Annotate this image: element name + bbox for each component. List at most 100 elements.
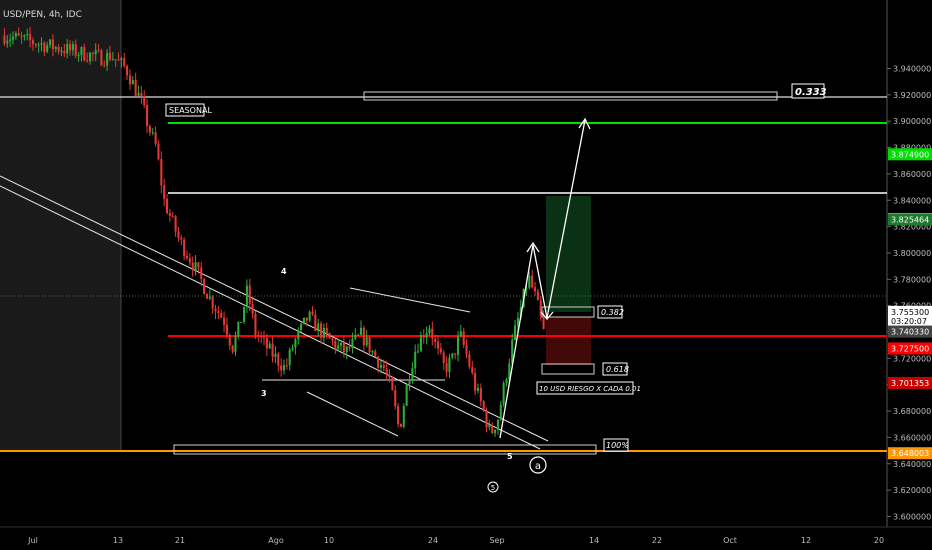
- candle-body[interactable]: [251, 303, 254, 314]
- candle-body[interactable]: [302, 317, 305, 324]
- candle-body[interactable]: [191, 262, 194, 271]
- candle-body[interactable]: [86, 60, 89, 62]
- candle-body[interactable]: [474, 372, 477, 391]
- candle-body[interactable]: [514, 325, 517, 340]
- candle-body[interactable]: [265, 337, 268, 349]
- candle-body[interactable]: [51, 39, 54, 50]
- candle-body[interactable]: [325, 327, 328, 334]
- candle-body[interactable]: [428, 328, 431, 334]
- candle-body[interactable]: [106, 52, 109, 66]
- candle-body[interactable]: [494, 429, 497, 434]
- candle-body[interactable]: [111, 59, 114, 61]
- candle-body[interactable]: [385, 368, 388, 375]
- candle-body[interactable]: [328, 333, 331, 339]
- candle-body[interactable]: [43, 43, 46, 52]
- candle-body[interactable]: [77, 55, 80, 57]
- candle-body[interactable]: [354, 334, 357, 339]
- candle-body[interactable]: [183, 239, 186, 257]
- candle-body[interactable]: [123, 58, 126, 67]
- candle-body[interactable]: [382, 365, 385, 369]
- candle-body[interactable]: [368, 337, 371, 353]
- candle-body[interactable]: [342, 342, 345, 353]
- candle-body[interactable]: [454, 353, 457, 355]
- candle-body[interactable]: [120, 58, 123, 60]
- candle-body[interactable]: [228, 334, 231, 346]
- candle-body[interactable]: [405, 383, 408, 406]
- candle-body[interactable]: [445, 363, 448, 372]
- candle-body[interactable]: [314, 314, 317, 331]
- candle-body[interactable]: [437, 341, 440, 349]
- candle-body[interactable]: [482, 401, 485, 411]
- candle-body[interactable]: [402, 405, 405, 427]
- candle-body[interactable]: [6, 40, 9, 44]
- candle-body[interactable]: [448, 357, 451, 372]
- candle-body[interactable]: [462, 331, 465, 346]
- candle-body[interactable]: [66, 44, 69, 54]
- candle-body[interactable]: [134, 80, 137, 96]
- candle-body[interactable]: [49, 39, 52, 46]
- candle-body[interactable]: [217, 311, 220, 313]
- candle-body[interactable]: [63, 51, 66, 54]
- candle-body[interactable]: [391, 377, 394, 391]
- candle-body[interactable]: [108, 52, 111, 60]
- candle-body[interactable]: [468, 354, 471, 367]
- candle-body[interactable]: [88, 52, 92, 62]
- candle-body[interactable]: [379, 365, 382, 368]
- candle-body[interactable]: [388, 374, 391, 378]
- candle-body[interactable]: [502, 382, 505, 405]
- candle-body[interactable]: [94, 50, 97, 55]
- candle-body[interactable]: [442, 352, 445, 364]
- candle-body[interactable]: [425, 333, 428, 338]
- candle-body[interactable]: [394, 390, 397, 407]
- candle-body[interactable]: [174, 216, 177, 232]
- candle-body[interactable]: [234, 335, 237, 352]
- candle-body[interactable]: [397, 406, 400, 424]
- candle-body[interactable]: [46, 45, 49, 52]
- candle-body[interactable]: [362, 327, 365, 346]
- candle-body[interactable]: [137, 92, 140, 96]
- candle-body[interactable]: [11, 36, 15, 40]
- candle-body[interactable]: [74, 44, 77, 56]
- candle-body[interactable]: [31, 40, 34, 45]
- candle-body[interactable]: [97, 50, 100, 52]
- candle-body[interactable]: [148, 126, 151, 133]
- candle-body[interactable]: [197, 262, 200, 268]
- candle-body[interactable]: [157, 143, 160, 160]
- candle-body[interactable]: [305, 317, 308, 321]
- candle-body[interactable]: [223, 317, 226, 325]
- candle-body[interactable]: [491, 425, 494, 434]
- candle-body[interactable]: [29, 34, 32, 41]
- candle-body[interactable]: [237, 321, 240, 336]
- long-position-risk-zone[interactable]: [546, 317, 591, 365]
- candle-body[interactable]: [245, 285, 248, 308]
- long-position-profit-zone[interactable]: [546, 196, 591, 312]
- candle-body[interactable]: [23, 35, 26, 37]
- candle-body[interactable]: [34, 44, 37, 46]
- candle-body[interactable]: [126, 66, 129, 76]
- candle-body[interactable]: [69, 44, 72, 51]
- candle-body[interactable]: [359, 327, 363, 335]
- candle-body[interactable]: [531, 275, 534, 288]
- candle-body[interactable]: [496, 419, 499, 430]
- candle-body[interactable]: [9, 39, 12, 41]
- candle-body[interactable]: [505, 379, 508, 383]
- candle-body[interactable]: [177, 231, 180, 238]
- candle-body[interactable]: [208, 296, 211, 299]
- candle-body[interactable]: [451, 353, 454, 358]
- candle-body[interactable]: [311, 311, 314, 315]
- candle-body[interactable]: [188, 258, 191, 263]
- candle-body[interactable]: [205, 293, 208, 299]
- candle-body[interactable]: [419, 335, 422, 352]
- candle-body[interactable]: [411, 368, 414, 382]
- candle-body[interactable]: [422, 335, 425, 338]
- candle-body[interactable]: [499, 404, 502, 420]
- candle-body[interactable]: [14, 33, 17, 37]
- candle-body[interactable]: [417, 351, 420, 353]
- candle-body[interactable]: [485, 410, 488, 428]
- candle-body[interactable]: [200, 267, 203, 280]
- candle-body[interactable]: [143, 96, 146, 106]
- candle-body[interactable]: [280, 365, 283, 371]
- candle-body[interactable]: [225, 324, 228, 335]
- candle-body[interactable]: [456, 336, 460, 355]
- candle-body[interactable]: [320, 323, 323, 338]
